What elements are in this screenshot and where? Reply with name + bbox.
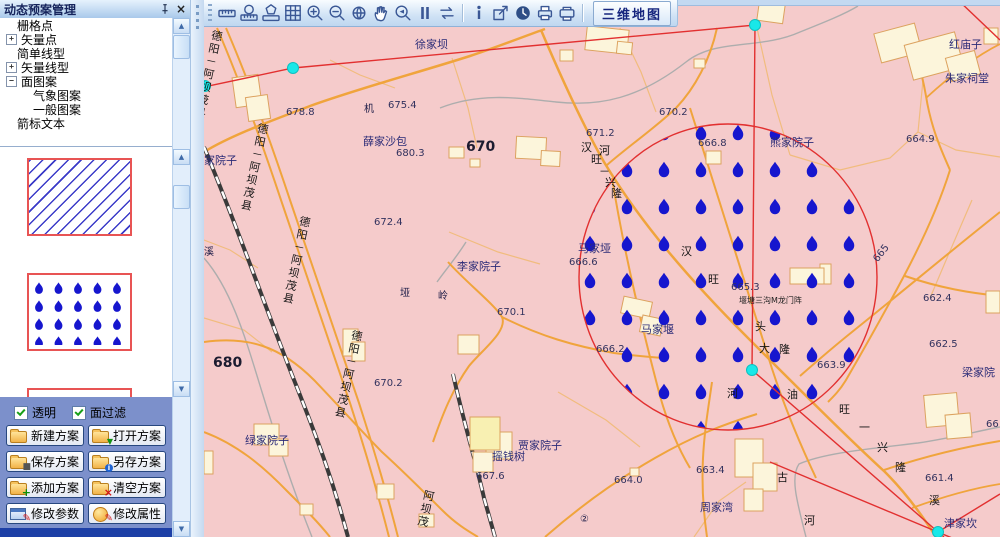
- expand-icon[interactable]: +: [6, 62, 17, 73]
- folder-save-icon: ■: [10, 454, 28, 469]
- zoom-out-icon[interactable]: [326, 2, 348, 24]
- zoom-previous-icon[interactable]: [392, 2, 414, 24]
- toolbar-grip-icon[interactable]: [208, 4, 212, 22]
- export-icon[interactable]: [490, 2, 512, 24]
- tree-item-label: 箭标文本: [17, 115, 65, 132]
- info-icon[interactable]: [468, 2, 490, 24]
- measure-distance-icon[interactable]: [238, 2, 260, 24]
- splitter-grip-icon: [196, 5, 199, 31]
- swap-icon[interactable]: [436, 2, 458, 24]
- grid-icon[interactable]: [282, 2, 304, 24]
- measure-area-icon[interactable]: [260, 2, 282, 24]
- scroll-down-icon[interactable]: ▼: [173, 381, 190, 397]
- filter-checkboxes: 透明 面过滤: [14, 404, 126, 421]
- blue-drop-pattern[interactable]: [27, 273, 132, 351]
- button-label: 修改参数: [31, 505, 79, 522]
- folder-saveas-icon: i: [92, 454, 110, 469]
- folder-clear-icon: ×: [92, 480, 110, 495]
- toolbar-separator: [462, 4, 464, 22]
- scroll-thumb[interactable]: [173, 35, 190, 59]
- checkbox-label: 透明: [32, 404, 56, 421]
- globe-back-icon[interactable]: [348, 2, 370, 24]
- checkbox-label: 面过滤: [90, 404, 126, 421]
- folder-new-icon: [10, 428, 28, 443]
- pan-hand-icon[interactable]: [370, 2, 392, 24]
- application-window: 动态预案管理 × 栅格点+矢量点简单线型+矢量线型−面图案气象图案一般图案箭标文…: [0, 0, 1000, 537]
- folder-save-button[interactable]: ■保存方案: [6, 451, 84, 472]
- button-label: 新建方案: [31, 427, 79, 444]
- map-viewport[interactable]: 徐家坝红庙子朱家祠堂薛家沙包熊家院子李家院子马家垭马家堰梁家院贾家院子摇钱树周家…: [204, 0, 1000, 537]
- folder-new-button[interactable]: 新建方案: [6, 425, 84, 446]
- scroll-thumb[interactable]: [173, 185, 190, 209]
- folder-saveas-button[interactable]: i另存方案: [88, 451, 166, 472]
- close-icon[interactable]: ×: [174, 2, 188, 16]
- expand-icon[interactable]: +: [6, 34, 17, 45]
- button-label: 另存方案: [113, 453, 161, 470]
- edit-params-button[interactable]: ✎修改参数: [6, 503, 84, 524]
- scroll-up-icon[interactable]: ▲: [173, 18, 190, 34]
- folder-clear-button[interactable]: ×清空方案: [88, 477, 166, 498]
- ruler-icon[interactable]: [216, 2, 238, 24]
- sidebar-item-4[interactable]: −面图案: [0, 74, 172, 88]
- button-label: 清空方案: [113, 479, 161, 496]
- checkbox-0[interactable]: 透明: [14, 404, 56, 421]
- folder-add-icon: +: [10, 480, 28, 495]
- edit-params-icon: ✎: [10, 506, 28, 521]
- folder-open-icon: ▼: [92, 428, 110, 443]
- toolbar-separator: [582, 4, 584, 22]
- panel-bottom-strip: [0, 528, 172, 537]
- collapse-icon[interactable]: −: [6, 76, 17, 87]
- diagonal-hatch-pattern[interactable]: [27, 158, 132, 236]
- layer-tree: 栅格点+矢量点简单线型+矢量线型−面图案气象图案一般图案箭标文本: [0, 18, 172, 146]
- print-icon[interactable]: [534, 2, 556, 24]
- map-canvas[interactable]: [204, 0, 1000, 537]
- sidebar-item-7[interactable]: 箭标文本: [0, 116, 172, 130]
- folder-add-button[interactable]: +添加方案: [6, 477, 84, 498]
- checkbox-1[interactable]: 面过滤: [72, 404, 126, 421]
- pause-icon[interactable]: [414, 2, 436, 24]
- panel-scrollbar[interactable]: ▲ ▲ ▼ ▼: [172, 18, 191, 537]
- plan-controls: 透明面过滤 新建方案▼打开方案■保存方案i另存方案+添加方案×清空方案✎修改参数…: [0, 397, 172, 528]
- panel-titlebar: 动态预案管理 ×: [0, 0, 190, 19]
- button-label: 修改属性: [113, 505, 161, 522]
- scroll-down-icon[interactable]: ▼: [173, 521, 190, 537]
- scroll-up-icon[interactable]: ▲: [173, 149, 190, 165]
- edit-props-button[interactable]: ✎修改属性: [88, 503, 166, 524]
- clock-icon[interactable]: [512, 2, 534, 24]
- pin-icon[interactable]: [158, 2, 172, 16]
- map-3d-button[interactable]: 三维地图: [593, 1, 671, 26]
- panel-splitter[interactable]: [190, 0, 205, 537]
- button-label: 打开方案: [113, 427, 161, 444]
- zoom-in-icon[interactable]: [304, 2, 326, 24]
- panel-title: 动态预案管理: [0, 1, 158, 18]
- edit-props-icon: ✎: [92, 506, 110, 521]
- pattern-list: [0, 146, 172, 398]
- button-label: 保存方案: [31, 453, 79, 470]
- folder-open-button[interactable]: ▼打开方案: [88, 425, 166, 446]
- button-label: 添加方案: [31, 479, 79, 496]
- sidebar-item-5[interactable]: 气象图案: [0, 88, 172, 102]
- print-preview-icon[interactable]: [556, 2, 578, 24]
- plan-manager-panel: 动态预案管理 × 栅格点+矢量点简单线型+矢量线型−面图案气象图案一般图案箭标文…: [0, 0, 190, 537]
- toolbar: 三维地图: [204, 0, 678, 27]
